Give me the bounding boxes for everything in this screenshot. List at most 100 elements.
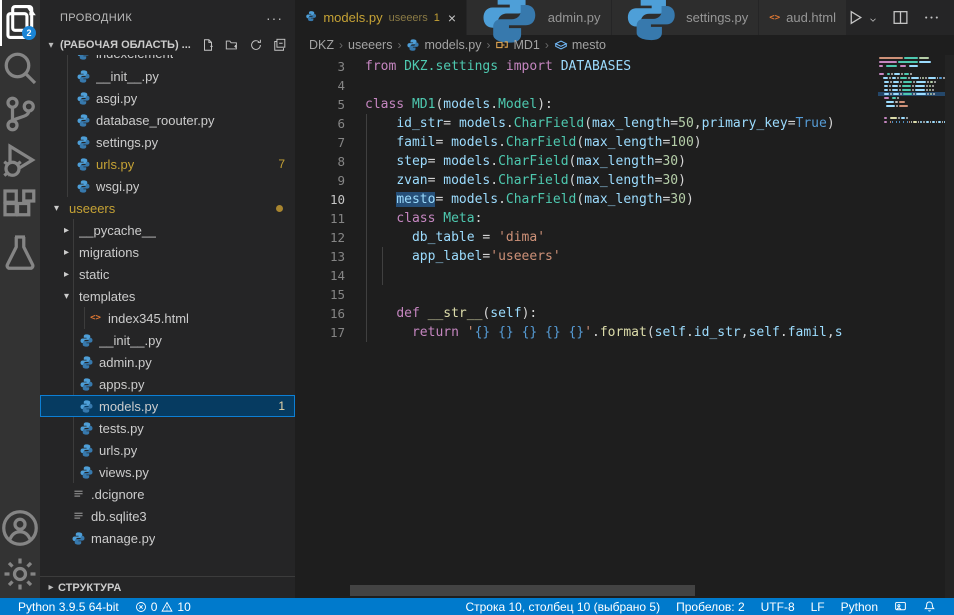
status-feedback-icon[interactable]: [886, 600, 915, 613]
activity-item-source-control[interactable]: [0, 92, 40, 138]
tree-item-label: migrations: [79, 245, 139, 260]
status-bell-icon[interactable]: [915, 600, 944, 613]
status-item[interactable]: Python: [833, 600, 886, 614]
code-line-17: 17 return '{} {} {} {} {}'.format(self.i…: [295, 323, 954, 342]
tree-folder[interactable]: ▾templates: [40, 285, 295, 307]
status-bar: Python 3.9.5 64-bit010 Строка 10, столбе…: [0, 598, 954, 615]
minimap[interactable]: [878, 56, 945, 124]
tree-item[interactable]: models.py1: [40, 395, 295, 417]
tree-folder[interactable]: ▸ migrations: [40, 241, 295, 263]
code-line-4: 4: [295, 76, 954, 95]
activity-item-run-debug[interactable]: [0, 138, 40, 184]
python-icon: [79, 399, 94, 414]
breadcrumb-label: MD1: [513, 38, 539, 52]
tree-item[interactable]: .dcignore: [40, 483, 295, 505]
code-line-12: 12 db_table = 'dima': [295, 228, 954, 247]
tree-item[interactable]: settings.py: [40, 131, 295, 153]
workspace-section-header[interactable]: ▾ (РАБОЧАЯ ОБЛАСТЬ) ...: [40, 35, 295, 55]
line-number: 10: [295, 192, 345, 207]
tab-label: aud.html: [786, 10, 836, 25]
tree-folder[interactable]: ▸__pycache__: [40, 219, 295, 241]
status-item[interactable]: Пробелов: 2: [668, 600, 753, 614]
tree-item-label: static: [79, 267, 109, 282]
tree-folder[interactable]: ▾useeers: [40, 197, 295, 219]
tab-settings-py[interactable]: settings.py: [612, 0, 760, 35]
python-icon: [76, 113, 91, 128]
split-editor-icon[interactable]: [892, 9, 909, 26]
line-number: 11: [295, 211, 345, 226]
more-actions-icon[interactable]: ···: [266, 10, 283, 26]
breadcrumb-item[interactable]: MD1: [495, 38, 539, 52]
new-folder-icon[interactable]: [225, 38, 239, 52]
breadcrumb-item[interactable]: useeers: [348, 38, 392, 52]
tree-item[interactable]: wsgi.py: [40, 175, 295, 197]
code-text: def __str__(self):: [365, 306, 537, 321]
tree-item[interactable]: admin.py: [40, 351, 295, 373]
tab-admin-py[interactable]: admin.py: [467, 0, 612, 35]
vertical-scrollbar[interactable]: [945, 55, 954, 598]
tree-item[interactable]: urls.py7: [40, 153, 295, 175]
activity-item-explorer[interactable]: 2: [0, 0, 40, 46]
status-item[interactable]: UTF-8: [753, 600, 803, 614]
chevron-right-icon: ▸: [64, 247, 74, 258]
breadcrumb-label: DKZ: [309, 38, 334, 52]
tab-aud-html[interactable]: <>aud.html: [759, 0, 847, 35]
tree-item[interactable]: <>index345.html: [40, 307, 295, 329]
feedback-icon: [894, 600, 907, 613]
tree-item[interactable]: __init__.py: [40, 65, 295, 87]
tree-item-label: __init__.py: [96, 69, 159, 84]
search-icon: [0, 48, 40, 91]
code-text: db_table = 'dima': [365, 230, 545, 245]
chevron-down-icon[interactable]: [868, 13, 878, 23]
activity-bar: 2: [0, 0, 40, 598]
status-python-version[interactable]: Python 3.9.5 64-bit: [10, 600, 127, 614]
status-item[interactable]: LF: [803, 600, 833, 614]
run-icon[interactable]: [847, 9, 864, 26]
tree-item[interactable]: db.sqlite3: [40, 505, 295, 527]
code-text: zvan= models.CharField(max_length=30): [365, 173, 686, 188]
tree-item[interactable]: indexelement: [40, 55, 295, 65]
tree-item[interactable]: asgi.py: [40, 87, 295, 109]
close-icon[interactable]: ×: [448, 10, 456, 26]
chevron-right-icon: ▸: [64, 269, 74, 280]
problems-badge: 7: [278, 157, 285, 171]
code-line-9: 9 zvan= models.CharField(max_length=30): [295, 171, 954, 190]
tree-item-label: templates: [79, 289, 135, 304]
activity-item-account[interactable]: [0, 506, 40, 552]
tree-item[interactable]: manage.py: [40, 527, 295, 549]
line-number: 4: [295, 78, 345, 93]
breadcrumb-item[interactable]: DKZ: [309, 38, 334, 52]
breadcrumb-item[interactable]: models.py: [406, 38, 481, 52]
breadcrumb-item[interactable]: mesto: [554, 38, 606, 52]
tree-item[interactable]: urls.py: [40, 439, 295, 461]
collapse-all-icon[interactable]: [273, 38, 287, 52]
python-icon: [76, 91, 91, 106]
tree-item[interactable]: views.py: [40, 461, 295, 483]
tree-folder[interactable]: ▸ static: [40, 263, 295, 285]
tab-models-py[interactable]: models.pyuseeers1×: [295, 0, 467, 35]
status-problems[interactable]: 010: [127, 600, 199, 614]
tree-item[interactable]: tests.py: [40, 417, 295, 439]
activity-item-settings[interactable]: [0, 552, 40, 598]
tree-item-label: manage.py: [91, 531, 155, 546]
tree-item-label: index345.html: [108, 311, 189, 326]
status-left: Python 3.9.5 64-bit010: [10, 600, 199, 614]
activity-item-search[interactable]: [0, 46, 40, 92]
python-icon: [79, 333, 94, 348]
code-editor[interactable]: 3from DKZ.settings import DATABASES45cla…: [295, 55, 954, 598]
modified-dot: [276, 205, 283, 212]
line-number: 3: [295, 59, 345, 74]
outline-section-header[interactable]: ▸ СТРУКТУРА: [40, 576, 295, 598]
tree-item[interactable]: apps.py: [40, 373, 295, 395]
activity-item-testing[interactable]: [0, 230, 40, 276]
code-text: app_label='useeers': [365, 249, 561, 264]
tree-item[interactable]: __init__.py: [40, 329, 295, 351]
activity-item-extensions[interactable]: [0, 184, 40, 230]
status-item[interactable]: Строка 10, столбец 10 (выбрано 5): [457, 600, 668, 614]
horizontal-scrollbar[interactable]: [350, 585, 695, 596]
tree-item[interactable]: database_roouter.py: [40, 109, 295, 131]
new-file-icon[interactable]: [201, 38, 215, 52]
python-icon: [305, 10, 317, 25]
refresh-icon[interactable]: [249, 38, 263, 52]
ellipsis-icon[interactable]: [923, 9, 940, 26]
